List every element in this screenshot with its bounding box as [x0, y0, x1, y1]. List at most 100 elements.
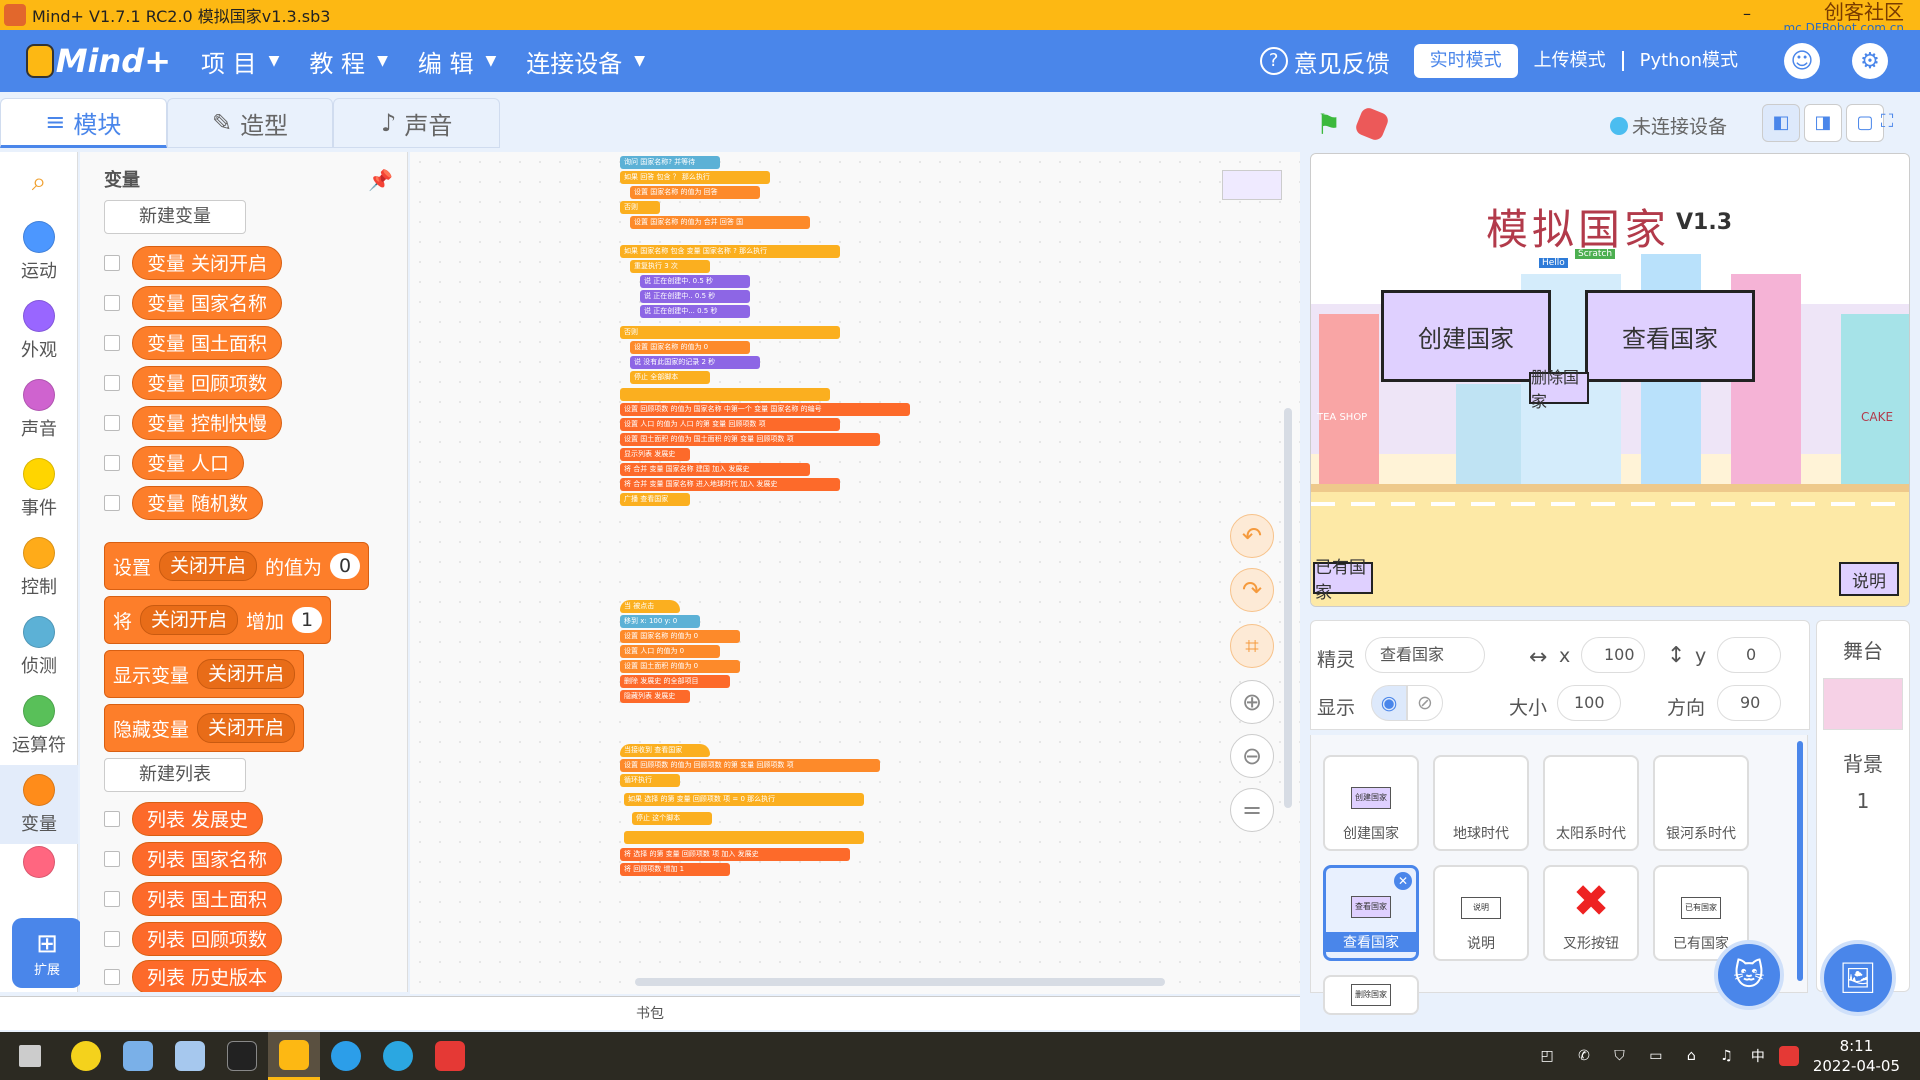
mode-upload[interactable]: 上传模式: [1518, 44, 1622, 78]
variable-reporter[interactable]: 变量 国土面积: [132, 326, 283, 360]
stop-icon[interactable]: [1353, 105, 1391, 143]
script-block[interactable]: 询问 国家名称? 并等待: [620, 156, 720, 169]
code-workspace[interactable]: 询问 国家名称? 并等待 如果 回答 包含 ？ 那么执行 设置 国家名称 的值为…: [410, 152, 1300, 994]
new-variable-button[interactable]: 新建变量: [104, 200, 246, 234]
taskbar-app-icon[interactable]: [60, 1032, 112, 1080]
category-myblocks[interactable]: [0, 844, 78, 884]
tab-blocks[interactable]: ≡ 模块: [0, 98, 167, 148]
variable-reporter[interactable]: 变量 国家名称: [132, 286, 283, 320]
ime-indicator[interactable]: 中: [1751, 1046, 1765, 1066]
script-block[interactable]: 隐藏列表 发展史: [620, 690, 690, 703]
sprite-list-scrollbar[interactable]: [1797, 741, 1803, 981]
script-block[interactable]: 说 正在创建中... 0.5 秒: [640, 305, 750, 318]
stage-canvas[interactable]: TEA SHOP CAKE Scratch Hello 模拟国家 V1.3 创建…: [1310, 153, 1910, 607]
script-block[interactable]: 如果 选择 的第 变量 回顾项数 项 = 0 那么执行: [624, 793, 864, 806]
delete-sprite-icon[interactable]: ✕: [1394, 872, 1412, 890]
category-events[interactable]: 事件: [0, 449, 78, 528]
list-checkbox[interactable]: [104, 931, 120, 947]
add-sprite-cat-icon[interactable]: 🐱: [1714, 940, 1784, 1010]
existing-country-sprite[interactable]: 已有国家: [1313, 558, 1373, 603]
sprite-tile[interactable]: 说明 说明: [1433, 865, 1529, 961]
large-stage-icon[interactable]: ◨: [1804, 104, 1842, 142]
direction-input[interactable]: 90: [1717, 685, 1781, 721]
menu-edit[interactable]: 编 辑 ▼: [418, 44, 496, 79]
list-checkbox[interactable]: [104, 891, 120, 907]
script-block[interactable]: 设置 人口 的值为 人口 的第 变量 回顾项数 项: [620, 418, 840, 431]
script-view-country[interactable]: 当接收到 查看国家 设置 回顾项数 的值为 回顾项数 的第 变量 回顾项数 项 …: [620, 744, 890, 878]
script-block[interactable]: 删除 发展史 的全部项目: [620, 675, 730, 688]
category-looks[interactable]: 外观: [0, 291, 78, 370]
script-block[interactable]: 设置 国家名称 的值为 合并 回答 国: [630, 216, 810, 229]
category-variables[interactable]: 变量: [0, 765, 78, 844]
sprite-tile[interactable]: 删除国家: [1323, 975, 1419, 1015]
variable-reporter[interactable]: 变量 随机数: [132, 486, 264, 520]
zoom-out-icon[interactable]: ⊖: [1230, 734, 1274, 778]
script-block[interactable]: 设置 人口 的值为 0: [620, 645, 720, 658]
stage-panel[interactable]: 舞台 背景 1: [1816, 620, 1910, 992]
taskbar-app-icon[interactable]: [164, 1032, 216, 1080]
small-stage-icon[interactable]: ◧: [1762, 104, 1800, 142]
script-block[interactable]: 否则: [620, 201, 660, 214]
variable-reporter[interactable]: 变量 控制快慢: [132, 406, 283, 440]
script-block[interactable]: 当 被点击: [620, 600, 680, 613]
script-block[interactable]: 广播 查看国家: [620, 493, 690, 506]
x-input[interactable]: 100: [1581, 637, 1645, 673]
set-variable-block[interactable]: 设置 关闭开启 的值为 0: [104, 542, 370, 590]
zoom-reset-icon[interactable]: =: [1230, 788, 1274, 832]
category-sensing[interactable]: 侦测: [0, 607, 78, 686]
script-block[interactable]: 说 没有此国家的记录 2 秒: [630, 356, 760, 369]
size-input[interactable]: 100: [1557, 685, 1621, 721]
taskbar-edge-icon[interactable]: [320, 1032, 372, 1080]
variable-checkbox[interactable]: [104, 375, 120, 391]
list-checkbox[interactable]: [104, 851, 120, 867]
add-backdrop-icon[interactable]: 🖼: [1820, 940, 1896, 1016]
script-block[interactable]: 设置 回顾项数 的值为 回顾项数 的第 变量 回顾项数 项: [620, 759, 880, 772]
script-block[interactable]: 设置 国家名称 的值为 0: [630, 341, 750, 354]
sprite-tile[interactable]: 银河系时代: [1653, 755, 1749, 851]
script-block[interactable]: 设置 国家名称 的值为 0: [620, 630, 740, 643]
crop-icon[interactable]: ⌗: [1230, 624, 1274, 668]
mode-realtime[interactable]: 实时模式: [1413, 44, 1518, 78]
variable-checkbox[interactable]: [104, 255, 120, 271]
taskbar-app-icon[interactable]: [112, 1032, 164, 1080]
list-checkbox[interactable]: [104, 811, 120, 827]
sprite-name-input[interactable]: 查看国家: [1365, 637, 1485, 673]
extension-button[interactable]: ⊞ 扩展: [12, 918, 82, 988]
backpack-bar[interactable]: 书包: [0, 996, 1300, 1030]
menu-tutorial[interactable]: 教 程 ▼: [309, 44, 387, 79]
new-list-button[interactable]: 新建列表: [104, 758, 246, 792]
category-sound[interactable]: 声音: [0, 370, 78, 449]
tab-sounds[interactable]: ♪ 声音: [333, 98, 501, 148]
sprite-tile[interactable]: 创建国家 创建国家: [1323, 755, 1419, 851]
search-category[interactable]: ⌕: [0, 152, 78, 212]
category-operators[interactable]: 运算符: [0, 686, 78, 765]
menu-connect-device[interactable]: 连接设备 ▼: [526, 44, 645, 79]
variable-checkbox[interactable]: [104, 415, 120, 431]
list-reporter[interactable]: 列表 历史版本: [132, 960, 283, 992]
tab-costumes[interactable]: ✎ 造型: [166, 98, 334, 148]
script-block[interactable]: 设置 回顾项数 的值为 国家名称 中第一个 变量 国家名称 的编号: [620, 403, 910, 416]
script-block[interactable]: 停止 全部脚本: [630, 371, 710, 384]
undo-icon[interactable]: ↶: [1230, 514, 1274, 558]
view-country-sprite[interactable]: 查看国家: [1585, 290, 1755, 382]
sprite-tile[interactable]: ✖ 叉形按钮: [1543, 865, 1639, 961]
show-eye-icon[interactable]: ◉: [1371, 685, 1407, 721]
list-reporter[interactable]: 列表 国土面积: [132, 882, 283, 916]
hide-variable-block[interactable]: 隐藏变量 关闭开启: [104, 704, 305, 752]
script-green-flag[interactable]: 当 被点击 移到 x: 100 y: 0 设置 国家名称 的值为 0 设置 人口…: [620, 600, 750, 705]
script-block[interactable]: 停止 这个脚本: [632, 812, 712, 825]
script-block[interactable]: 说 正在创建中. 0.5 秒: [640, 275, 750, 288]
taskbar-terminal-icon[interactable]: [216, 1032, 268, 1080]
feedback-button[interactable]: ? 意见反馈: [1259, 44, 1390, 79]
list-reporter[interactable]: 列表 回顾项数: [132, 922, 283, 956]
script-block[interactable]: 当接收到 查看国家: [620, 744, 710, 757]
create-country-sprite[interactable]: 创建国家: [1381, 290, 1551, 382]
variable-reporter[interactable]: 变量 关闭开启: [132, 246, 283, 280]
script-block[interactable]: 将 回顾项数 增加 1: [620, 863, 730, 876]
variable-checkbox[interactable]: [104, 335, 120, 351]
variable-checkbox[interactable]: [104, 495, 120, 511]
script-block[interactable]: 将 选择 的第 变量 回顾项数 项 加入 发展史: [620, 848, 850, 861]
sprite-tile-selected[interactable]: ✕ 查看国家 查看国家: [1323, 865, 1419, 961]
taskbar-wps-icon[interactable]: [424, 1032, 476, 1080]
variable-reporter[interactable]: 变量 人口: [132, 446, 245, 480]
